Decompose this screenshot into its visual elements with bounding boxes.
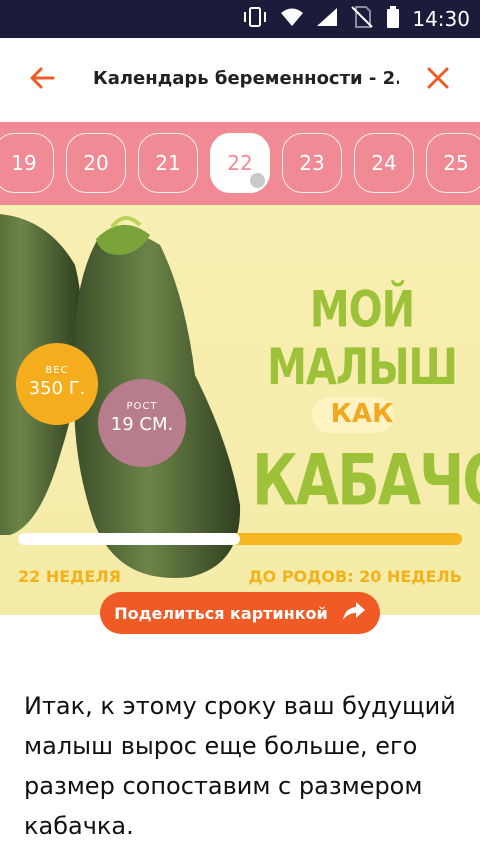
height-badge: РОСТ 19 СМ. <box>98 379 186 467</box>
headline-line-2-wrap: КАК <box>252 393 472 439</box>
status-time: 14:30 <box>412 7 470 31</box>
weight-value: 350 Г. <box>28 378 86 399</box>
signal-icon <box>316 7 338 31</box>
week-pill-label: 22 <box>227 151 253 175</box>
progress-fill <box>18 533 240 545</box>
selected-indicator-icon <box>250 173 265 188</box>
back-button[interactable] <box>20 60 64 100</box>
pregnancy-progress-bar <box>18 533 462 545</box>
hero-illustration: МОЙ МАЛЫШ КАК КАБАЧОК ВЕС 350 Г. РОСТ 19… <box>0 205 480 615</box>
weight-badge: ВЕС 350 Г. <box>16 343 98 425</box>
weeks-remaining-label: ДО РОДОВ: 20 НЕДЕЛЬ <box>248 567 462 586</box>
week-pill-23[interactable]: 23 <box>282 133 342 193</box>
height-label: РОСТ <box>126 401 158 412</box>
week-selector: 19 20 21 22 23 24 25 <box>0 122 480 205</box>
arrow-left-icon <box>29 66 55 94</box>
article-text: Итак, к этому сроку ваш будущий малыш вы… <box>24 692 456 840</box>
status-icons: 14:30 <box>242 0 470 38</box>
app-bar: Календарь беременности - 2... <box>0 38 480 122</box>
week-pill-19[interactable]: 19 <box>0 133 54 193</box>
week-pill-25[interactable]: 25 <box>426 133 480 193</box>
height-value: 19 СМ. <box>110 414 174 435</box>
week-pill-22-selected[interactable]: 22 <box>210 133 270 193</box>
weight-label: ВЕС <box>45 365 69 376</box>
battery-icon <box>386 6 400 32</box>
share-button-label: Поделиться картинкой <box>114 603 328 623</box>
no-sim-icon <box>350 5 374 33</box>
current-week-label: 22 НЕДЕЛЯ <box>18 567 121 586</box>
status-bar: 14:30 <box>0 0 480 38</box>
week-pill-24[interactable]: 24 <box>354 133 414 193</box>
page-title: Календарь беременности - 2... <box>93 68 399 89</box>
headline-line-2: КАК <box>330 399 394 429</box>
week-pill-20[interactable]: 20 <box>66 133 126 193</box>
week-pill-21[interactable]: 21 <box>138 133 198 193</box>
close-button[interactable] <box>416 60 460 100</box>
close-icon <box>427 67 449 93</box>
share-arrow-icon <box>342 601 366 625</box>
headline-line-3: КАБАЧОК <box>252 440 480 523</box>
hero-headline: МОЙ МАЛЫШ КАК КАБАЧОК <box>252 282 480 523</box>
wifi-icon <box>280 7 304 31</box>
share-image-button[interactable]: Поделиться картинкой <box>100 592 380 634</box>
headline-line-1: МОЙ МАЛЫШ <box>267 281 458 397</box>
vibrate-icon <box>242 6 268 32</box>
